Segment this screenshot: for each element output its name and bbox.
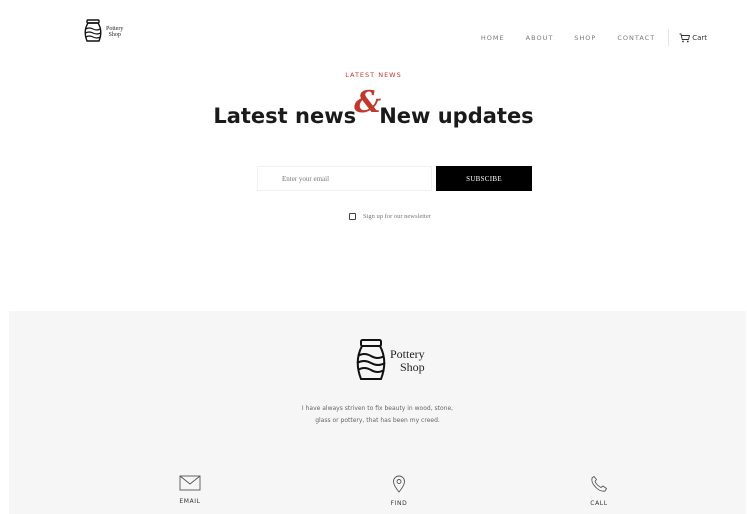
nav-home[interactable]: HOME bbox=[481, 34, 505, 42]
logo-text: Pottery Shop bbox=[106, 26, 123, 38]
title-left: Latest news bbox=[213, 104, 357, 128]
newsletter-checkbox[interactable] bbox=[349, 213, 356, 220]
cart-link[interactable]: Cart bbox=[679, 33, 707, 43]
newsletter-label: Sign up for our newsletter bbox=[363, 213, 431, 220]
email-input[interactable] bbox=[257, 166, 432, 191]
subscribe-form: SUBSCIBE bbox=[257, 166, 532, 191]
title-ampersand: & bbox=[354, 85, 382, 120]
vase-logo-icon bbox=[84, 19, 102, 42]
footer-logo[interactable]: Pottery Shop bbox=[354, 339, 425, 383]
phone-icon bbox=[591, 476, 607, 492]
logo-line-1: Pottery bbox=[106, 25, 124, 32]
section-eyebrow: LATEST NEWS bbox=[345, 71, 402, 79]
nav-contact[interactable]: CONTACT bbox=[617, 34, 655, 42]
contact-find[interactable]: FIND bbox=[369, 475, 429, 507]
page-title: Latest news&New updates bbox=[0, 85, 747, 131]
nav-divider bbox=[668, 29, 670, 46]
footer-logo-text: Pottery Shop bbox=[390, 348, 425, 374]
contact-email[interactable]: EMAIL bbox=[160, 475, 220, 505]
site-footer: Pottery Shop I have always striven to fi… bbox=[9, 311, 746, 514]
contact-call-label: CALL bbox=[590, 500, 608, 507]
tagline-line-1: I have always striven to fix beauty in w… bbox=[301, 405, 454, 412]
footer-tagline: I have always striven to fix beauty in w… bbox=[9, 403, 746, 427]
nav-about[interactable]: ABOUT bbox=[526, 34, 554, 42]
cart-icon bbox=[679, 33, 691, 42]
vase-logo-icon bbox=[356, 339, 386, 380]
title-right: New updates bbox=[379, 104, 534, 128]
contact-find-label: FIND bbox=[390, 500, 408, 507]
location-pin-icon bbox=[393, 475, 405, 493]
nav-shop[interactable]: SHOP bbox=[574, 34, 596, 42]
newsletter-optin: Sign up for our newsletter bbox=[349, 213, 431, 220]
cart-label: Cart bbox=[692, 33, 707, 42]
contact-call[interactable]: CALL bbox=[569, 475, 629, 507]
contact-email-label: EMAIL bbox=[179, 498, 201, 505]
tagline-line-2: glass or pottery, that has been my creed… bbox=[315, 417, 440, 424]
main-nav: HOME ABOUT SHOP CONTACT Cart bbox=[460, 29, 707, 46]
site-header: Pottery Shop HOME ABOUT SHOP CONTACT Car… bbox=[0, 0, 747, 66]
logo-line-2: Shop bbox=[108, 31, 121, 38]
site-logo[interactable]: Pottery Shop bbox=[83, 19, 123, 44]
footer-logo-line-2: Shop bbox=[400, 360, 425, 374]
subscribe-button[interactable]: SUBSCIBE bbox=[436, 166, 532, 191]
envelope-icon bbox=[179, 475, 201, 491]
